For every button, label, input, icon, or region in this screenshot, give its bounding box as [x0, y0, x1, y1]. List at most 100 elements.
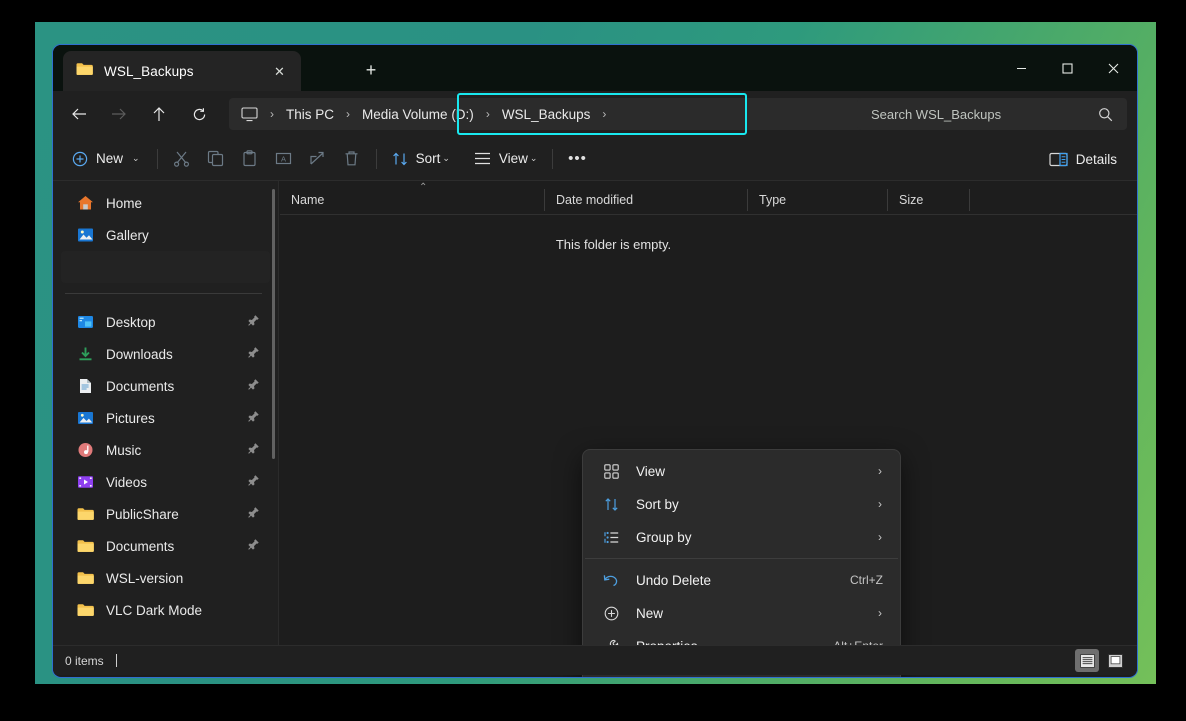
sidebar-item-documents[interactable]: Documents — [61, 370, 270, 402]
chevron-down-icon: ⌄ — [530, 153, 538, 164]
sort-ascending-icon: ⌃ — [419, 182, 427, 193]
cut-icon[interactable] — [165, 143, 199, 175]
breadcrumb[interactable]: › This PC › Media Volume (D:) › WSL_Back… — [229, 98, 867, 130]
minimize-button[interactable] — [998, 45, 1044, 91]
menu-item-label: Undo Delete — [636, 573, 711, 588]
grid-icon — [601, 464, 621, 479]
folder-icon — [76, 62, 93, 81]
new-button-label: New — [96, 151, 123, 166]
sidebar-item-label: PublicShare — [106, 507, 179, 522]
sidebar-item-wsl-version[interactable]: WSL-version — [61, 562, 270, 594]
sidebar-item-home[interactable]: Home — [61, 187, 270, 219]
chevron-right-icon: › — [878, 464, 882, 478]
up-button[interactable] — [145, 100, 173, 128]
more-button[interactable]: ••• — [560, 143, 594, 175]
copy-icon[interactable] — [199, 143, 233, 175]
menu-item-sort-by[interactable]: Sort by › — [587, 488, 896, 520]
view-button-label: View — [499, 151, 528, 166]
rename-icon[interactable]: A — [267, 143, 301, 175]
view-button[interactable]: View ⌄ — [466, 143, 546, 175]
close-window-button[interactable] — [1090, 45, 1136, 91]
navigation-sidebar[interactable]: Home Gallery — [53, 181, 279, 645]
sidebar-item-gallery[interactable]: Gallery — [61, 219, 270, 251]
title-bar: WSL_Backups ✕ + — [53, 45, 1137, 91]
column-header-size[interactable]: Size — [888, 185, 970, 215]
pin-icon[interactable] — [247, 474, 260, 490]
new-tab-button[interactable]: + — [356, 57, 386, 83]
breadcrumb-separator[interactable]: › — [336, 107, 360, 121]
folder-icon — [75, 539, 95, 553]
file-explorer-window: WSL_Backups ✕ + — [52, 44, 1138, 678]
pin-icon[interactable] — [247, 506, 260, 522]
breadcrumb-this-pc[interactable]: This PC — [284, 107, 336, 122]
column-headers: Name ⌃ Date modified Type Size — [280, 185, 1137, 215]
refresh-button[interactable] — [185, 100, 213, 128]
gallery-icon — [75, 227, 95, 243]
menu-item-new[interactable]: New › — [587, 597, 896, 629]
share-icon[interactable] — [301, 143, 335, 175]
column-header-date-modified[interactable]: Date modified — [545, 185, 748, 215]
back-button[interactable] — [65, 100, 93, 128]
menu-item-view[interactable]: View › — [587, 455, 896, 487]
search-icon[interactable] — [1098, 107, 1113, 122]
details-pane-button[interactable]: Details — [1039, 143, 1127, 175]
search-input[interactable] — [871, 107, 1098, 122]
svg-text:A: A — [281, 154, 286, 163]
search-box[interactable] — [857, 98, 1127, 130]
column-header-label: Size — [899, 193, 923, 207]
breadcrumb-separator[interactable]: › — [476, 107, 500, 121]
pictures-icon — [75, 410, 95, 426]
sidebar-item-downloads[interactable]: Downloads — [61, 338, 270, 370]
column-header-name[interactable]: Name ⌃ — [280, 185, 545, 215]
sidebar-item-music[interactable]: Music — [61, 434, 270, 466]
menu-item-label: New — [636, 606, 663, 621]
sidebar-item-videos[interactable]: Videos — [61, 466, 270, 498]
desktop-icon — [75, 314, 95, 330]
pin-icon[interactable] — [247, 410, 260, 426]
large-icons-view-button[interactable] — [1103, 649, 1127, 672]
videos-icon — [75, 474, 95, 490]
maximize-button[interactable] — [1044, 45, 1090, 91]
sidebar-item-label: WSL-version — [106, 571, 183, 586]
empty-folder-message: This folder is empty. — [280, 237, 1137, 252]
close-tab-icon[interactable]: ✕ — [268, 60, 291, 83]
delete-icon[interactable] — [335, 143, 369, 175]
sidebar-item-placeholder — [61, 251, 270, 283]
sidebar-scrollbar[interactable] — [272, 189, 275, 459]
sidebar-item-pictures[interactable]: Pictures — [61, 402, 270, 434]
pin-icon[interactable] — [247, 346, 260, 362]
undo-icon — [601, 573, 621, 588]
tab-wsl-backups[interactable]: WSL_Backups ✕ — [63, 51, 301, 91]
breadcrumb-wsl-backups[interactable]: WSL_Backups — [500, 107, 593, 122]
breadcrumb-media-volume[interactable]: Media Volume (D:) — [360, 107, 476, 122]
pin-icon[interactable] — [247, 378, 260, 394]
breadcrumb-separator[interactable]: › — [592, 107, 616, 121]
breadcrumb-separator[interactable]: › — [260, 107, 284, 121]
chevron-down-icon: ⌄ — [132, 153, 140, 164]
sidebar-item-documents-folder[interactable]: Documents — [61, 530, 270, 562]
column-header-type[interactable]: Type — [748, 185, 888, 215]
chevron-down-icon: ⌄ — [442, 153, 450, 164]
menu-item-group-by[interactable]: Group by › — [587, 521, 896, 553]
details-view-button[interactable] — [1075, 649, 1099, 672]
downloads-icon — [75, 346, 95, 362]
menu-item-undo-delete[interactable]: Undo Delete Ctrl+Z — [587, 564, 896, 596]
sidebar-item-vlc-dark-mode[interactable]: VLC Dark Mode — [61, 594, 270, 626]
sort-button[interactable]: Sort ⌄ — [384, 143, 458, 175]
pin-icon[interactable] — [247, 538, 260, 554]
tab-title: WSL_Backups — [104, 64, 194, 79]
status-bar: 0 items — [53, 645, 1137, 675]
sidebar-item-publicshare[interactable]: PublicShare — [61, 498, 270, 530]
sidebar-item-label: Desktop — [106, 315, 156, 330]
address-bar: › This PC › Media Volume (D:) › WSL_Back… — [53, 91, 1137, 137]
pin-icon[interactable] — [247, 442, 260, 458]
sidebar-item-desktop[interactable]: Desktop — [61, 306, 270, 338]
toolbar-divider — [157, 149, 158, 169]
sidebar-item-label: Videos — [106, 475, 147, 490]
chevron-right-icon: › — [878, 606, 882, 620]
new-button[interactable]: New ⌄ — [64, 143, 150, 175]
sidebar-item-label: Music — [106, 443, 141, 458]
paste-icon[interactable] — [233, 143, 267, 175]
context-menu[interactable]: View › Sort by › — [582, 449, 901, 678]
pin-icon[interactable] — [247, 314, 260, 330]
